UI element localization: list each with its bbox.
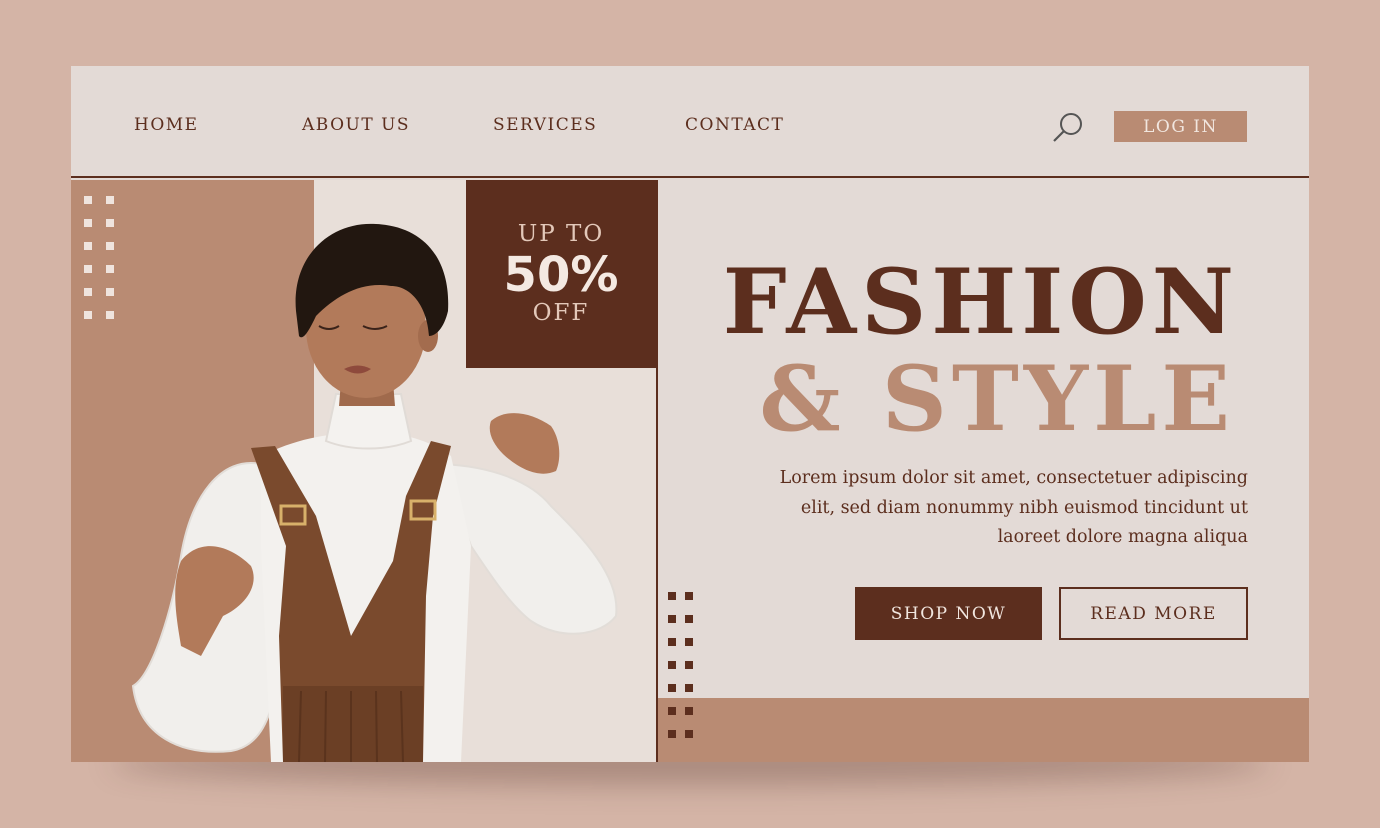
nav-home[interactable]: HOME (134, 115, 199, 135)
read-more-button[interactable]: READ MORE (1059, 587, 1248, 640)
divider-line (656, 180, 658, 762)
top-navigation: HOME ABOUT US SERVICES CONTACT LOG IN (71, 66, 1309, 178)
promo-percent: 50% (503, 247, 619, 303)
hero-title-line1: FASHION (722, 249, 1239, 355)
bottom-band (658, 698, 1309, 762)
hero-title-line2: & STYLE (759, 346, 1235, 452)
nav-about-us[interactable]: ABOUT US (302, 115, 410, 135)
nav-services[interactable]: SERVICES (493, 115, 597, 135)
search-icon[interactable] (1051, 110, 1085, 144)
nav-contact[interactable]: CONTACT (685, 115, 784, 135)
description-line: laoreet dolore magna aliqua (997, 527, 1248, 547)
decorative-dots-left (84, 196, 114, 319)
discount-badge: UP TO 50% OFF (466, 180, 656, 368)
hero-description: Lorem ipsum dolor sit amet, consectetuer… (728, 464, 1248, 553)
description-line: Lorem ipsum dolor sit amet, consectetuer… (779, 468, 1248, 488)
landing-page: HOME ABOUT US SERVICES CONTACT LOG IN UP… (71, 66, 1309, 762)
login-button[interactable]: LOG IN (1114, 111, 1247, 142)
promo-off: OFF (532, 300, 590, 326)
description-line: elit, sed diam nonummy nibh euismod tinc… (800, 497, 1248, 518)
promo-up-to: UP TO (517, 221, 605, 247)
shop-now-button[interactable]: SHOP NOW (855, 587, 1042, 640)
decorative-dots-right (668, 592, 693, 738)
